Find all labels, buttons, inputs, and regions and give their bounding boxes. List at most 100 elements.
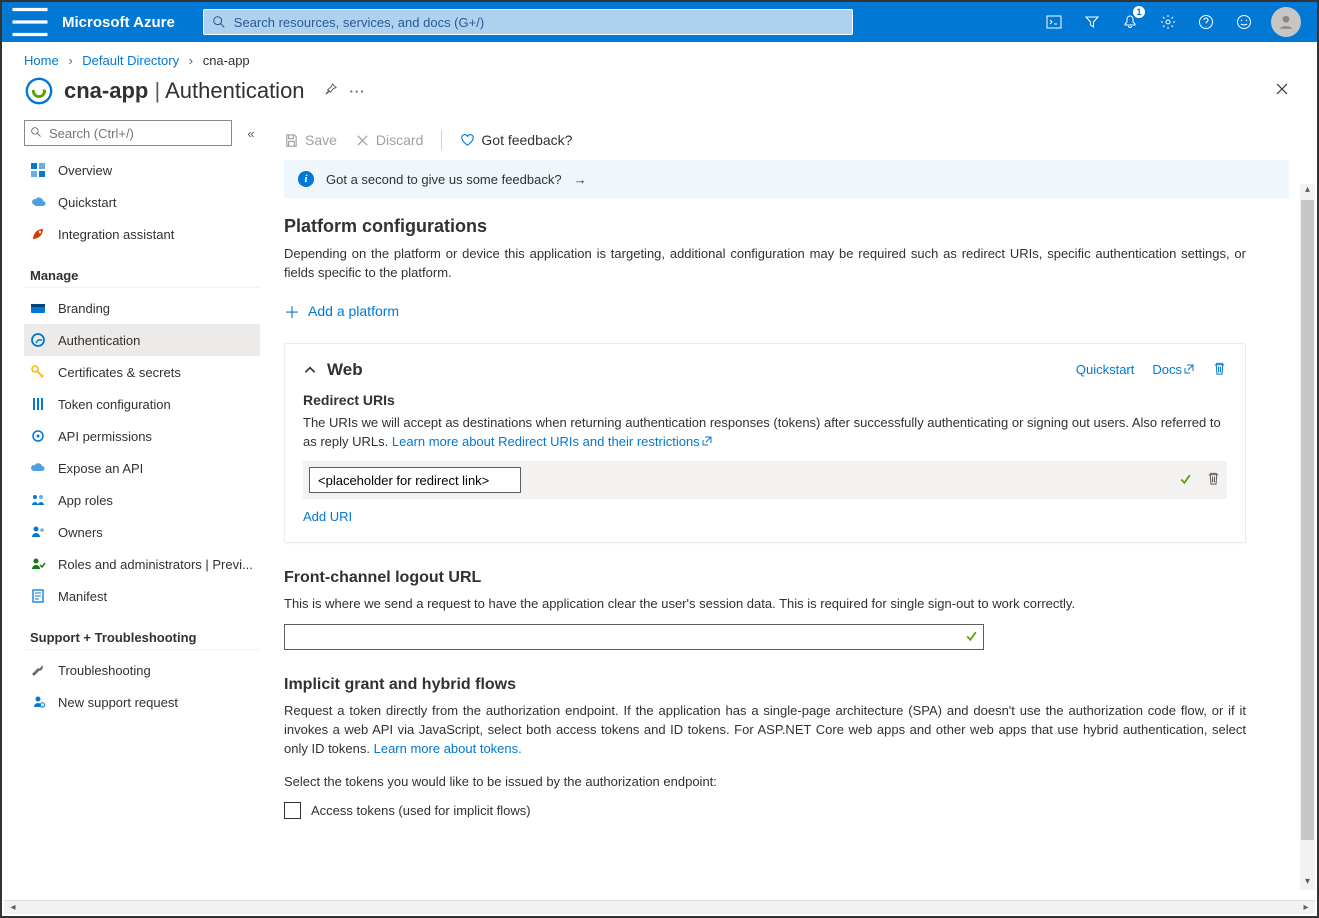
sidebar-item-expose-api[interactable]: Expose an API (24, 452, 260, 484)
more-button[interactable]: ··· (350, 84, 366, 99)
scroll-left-arrow[interactable]: ◂ (6, 902, 20, 914)
discard-button[interactable]: Discard (355, 132, 423, 148)
sidebar-item-roles-admins[interactable]: Roles and administrators | Previ... (24, 548, 260, 580)
page-title: cna-app | Authentication (64, 78, 305, 104)
platform-quickstart-link[interactable]: Quickstart (1076, 362, 1135, 377)
sidebar-search-input[interactable] (24, 120, 232, 146)
sidebar-group-manage: Manage (24, 264, 260, 288)
sidebar-item-new-support[interactable]: ?New support request (24, 686, 260, 718)
sidebar-item-overview[interactable]: Overview (24, 154, 260, 186)
toolbar-separator (441, 130, 442, 150)
feedback-button[interactable] (1225, 2, 1263, 42)
got-feedback-button[interactable]: Got feedback? (460, 132, 572, 148)
smiley-icon (1236, 14, 1252, 30)
account-avatar[interactable] (1271, 7, 1301, 37)
sidebar-item-quickstart[interactable]: Quickstart (24, 186, 260, 218)
add-platform-button[interactable]: ＋ Add a platform (284, 299, 399, 323)
sidebar-item-label: Roles and administrators | Previ... (58, 557, 253, 572)
sidebar-item-label: Quickstart (58, 195, 117, 210)
heart-icon (460, 133, 475, 148)
scroll-up-arrow[interactable]: ▴ (1301, 184, 1315, 198)
notifications-button[interactable]: 1 (1111, 2, 1149, 42)
sidebar-item-label: Manifest (58, 589, 107, 604)
cloud-shell-button[interactable] (1035, 2, 1073, 42)
chevron-up-icon[interactable] (303, 363, 317, 377)
filter-icon (1084, 14, 1100, 30)
logout-url-heading: Front-channel logout URL (284, 569, 1246, 587)
page-titlebar: cna-app | Authentication ··· (2, 76, 1317, 120)
pin-button[interactable] (323, 82, 338, 100)
breadcrumb-home[interactable]: Home (24, 53, 59, 68)
sidebar-item-integration[interactable]: Integration assistant (24, 218, 260, 250)
feedback-banner: i Got a second to give us some feedback?… (284, 160, 1289, 198)
redirect-learn-more-link[interactable]: Learn more about Redirect URIs and their… (392, 434, 712, 449)
add-uri-link[interactable]: Add URI (303, 509, 352, 524)
sidebar-item-branding[interactable]: Branding (24, 292, 260, 324)
help-button[interactable] (1187, 2, 1225, 42)
directory-filter-button[interactable] (1073, 2, 1111, 42)
implicit-grant-heading: Implicit grant and hybrid flows (284, 676, 1246, 694)
global-search-input[interactable]: Search resources, services, and docs (G+… (203, 9, 853, 35)
trash-icon (1212, 361, 1227, 376)
redirect-uri-row (303, 461, 1227, 499)
save-button[interactable]: Save (284, 132, 337, 148)
sidebar: « Overview Quickstart Integration assist… (2, 120, 264, 904)
cloud-icon (30, 194, 46, 210)
sidebar-item-label: Owners (58, 525, 103, 540)
sidebar-item-troubleshooting[interactable]: Troubleshooting (24, 654, 260, 686)
access-tokens-checkbox[interactable] (284, 802, 301, 819)
delete-platform-button[interactable] (1212, 361, 1227, 379)
redirect-uris-desc: The URIs we will accept as destinations … (303, 414, 1227, 452)
brand-label[interactable]: Microsoft Azure (62, 14, 175, 31)
scroll-thumb[interactable] (1301, 200, 1314, 840)
sidebar-item-label: Authentication (58, 333, 140, 348)
logout-url-desc: This is where we send a request to have … (284, 595, 1246, 614)
cloud-shell-icon (1046, 14, 1062, 30)
chevron-right-icon: › (189, 53, 193, 68)
redirect-uri-input[interactable] (309, 467, 521, 493)
sidebar-item-app-roles[interactable]: App roles (24, 484, 260, 516)
sidebar-item-label: App roles (58, 493, 113, 508)
sidebar-item-label: Expose an API (58, 461, 143, 476)
sidebar-item-label: Certificates & secrets (58, 365, 181, 380)
platform-config-heading: Platform configurations (284, 216, 1246, 237)
toolbar: Save Discard Got feedback? (264, 120, 1317, 160)
sidebar-item-certificates[interactable]: Certificates & secrets (24, 356, 260, 388)
collapse-sidebar-button[interactable]: « (242, 124, 260, 142)
sidebar-item-authentication[interactable]: Authentication (24, 324, 260, 356)
external-link-icon (702, 436, 712, 446)
scroll-right-arrow[interactable]: ▸ (1299, 902, 1313, 914)
sidebar-item-manifest[interactable]: Manifest (24, 580, 260, 612)
pin-icon (323, 82, 338, 97)
close-blade-button[interactable] (1275, 82, 1289, 101)
implicit-learn-more-link[interactable]: Learn more about tokens. (374, 741, 522, 756)
expose-icon (30, 460, 46, 476)
breadcrumb-current: cna-app (203, 53, 250, 68)
settings-button[interactable] (1149, 2, 1187, 42)
scroll-down-arrow[interactable]: ▾ (1301, 876, 1315, 890)
app-logo-icon (24, 76, 54, 106)
platform-config-desc: Depending on the platform or device this… (284, 245, 1246, 283)
sidebar-item-label: Branding (58, 301, 110, 316)
logout-url-field (284, 624, 984, 650)
vertical-scrollbar[interactable]: ▴ ▾ (1300, 184, 1315, 890)
chevron-right-icon: › (68, 53, 72, 68)
question-icon (1198, 14, 1214, 30)
delete-uri-button[interactable] (1206, 471, 1221, 489)
breadcrumb-directory[interactable]: Default Directory (82, 53, 179, 68)
sidebar-item-label: Token configuration (58, 397, 171, 412)
hamburger-icon (10, 2, 50, 42)
horizontal-scrollbar[interactable]: ◂ ▸ (4, 900, 1315, 914)
sidebar-item-api-permissions[interactable]: API permissions (24, 420, 260, 452)
rocket-icon (30, 226, 46, 242)
sidebar-item-owners[interactable]: Owners (24, 516, 260, 548)
check-icon (965, 630, 978, 643)
sidebar-item-label: Overview (58, 163, 112, 178)
sidebar-item-token-config[interactable]: Token configuration (24, 388, 260, 420)
banner-arrow-button[interactable]: → (574, 172, 587, 187)
search-icon (212, 15, 226, 29)
platform-docs-link[interactable]: Docs (1152, 362, 1194, 377)
redirect-uris-heading: Redirect URIs (303, 392, 1227, 408)
logout-url-input[interactable] (284, 624, 984, 650)
hamburger-menu-button[interactable] (10, 2, 50, 42)
